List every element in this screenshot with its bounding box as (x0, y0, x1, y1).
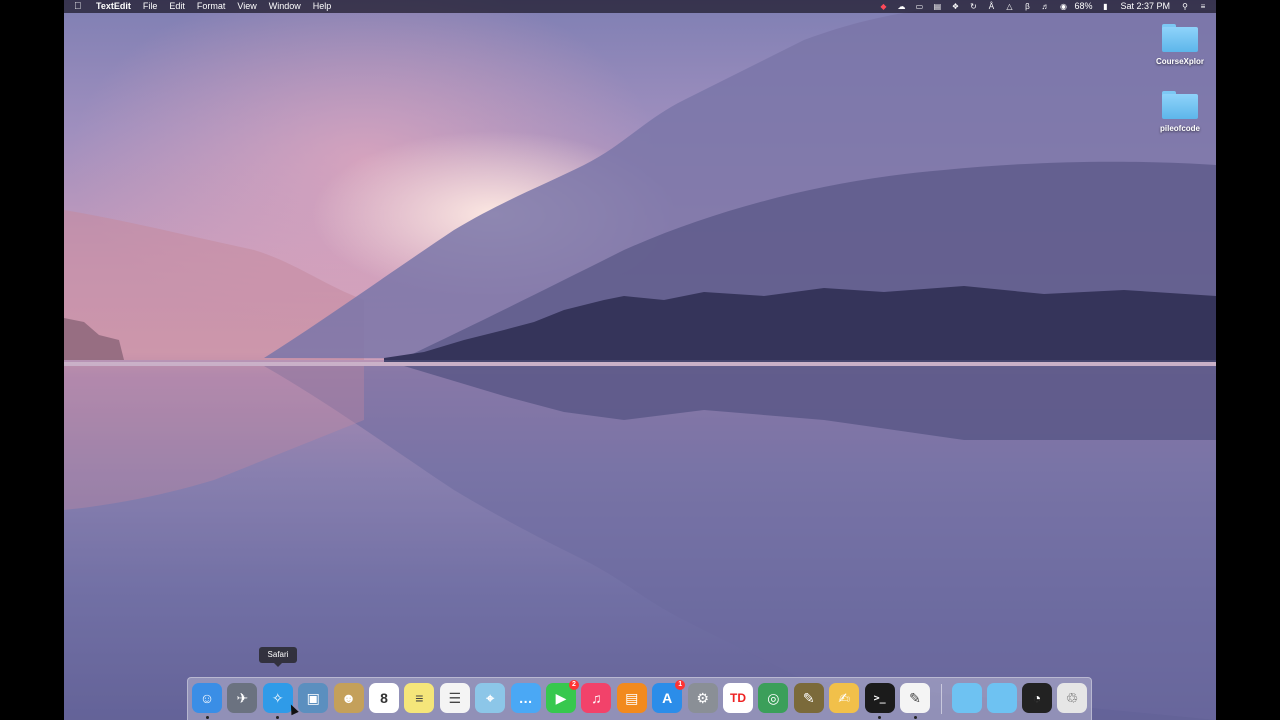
td-icon: TD (730, 691, 746, 705)
status-area: ◆ ☁ ▭ ▤ ❖ ↻ Å △ β ♬ ◉ 68% ▮ Sat 2:37 PM … (870, 0, 1216, 13)
battery-icon[interactable]: ▮ (1100, 2, 1110, 11)
airplay-icon[interactable]: △ (1004, 2, 1014, 11)
music-icon: ♫ (591, 690, 602, 706)
dock-item-pages[interactable]: ✍ (829, 683, 860, 713)
dock-separator (941, 684, 942, 714)
dock-item-finder[interactable]: ☺ (192, 683, 222, 713)
sync-icon[interactable]: ↻ (968, 2, 978, 11)
menu-file[interactable]: File (143, 0, 158, 13)
finder-icon: ☺ (199, 690, 215, 706)
facetime-icon: ▶ (555, 689, 567, 706)
pages-icon: ✍ (838, 689, 851, 706)
textedit-icon: ✎ (909, 689, 921, 706)
menu-clock[interactable]: Sat 2:37 PM (1120, 0, 1170, 13)
dock-item-system-preferences[interactable]: ⚙ (687, 683, 718, 713)
menu-bar:  TextEdit File Edit Format View Window … (64, 0, 1216, 13)
display-icon[interactable]: ▭ (914, 2, 924, 11)
menu-app-name[interactable]: TextEdit (96, 0, 131, 13)
messages-icon: … (518, 690, 533, 706)
menu-window[interactable]: Window (269, 0, 301, 13)
desktop-wallpaper (64, 0, 1216, 720)
dock-item-contacts[interactable]: ☻ (333, 683, 364, 713)
tray-icon[interactable]: ▤ (932, 2, 942, 11)
menu-view[interactable]: View (237, 0, 256, 13)
wifi-icon[interactable]: ◉ (1058, 2, 1068, 11)
contacts-icon: ☻ (341, 690, 356, 706)
dock: ☺ ✈ ✧ ▣ ☻ 8 ≡ ☰ ⌖ … ▶ 2 ♫ ▤ A 1 ⚙ TD ◎ ✎ ✍ >_ ✎ ◔ ♲ (187, 677, 1092, 720)
menu-format[interactable]: Format (197, 0, 226, 13)
battery-percentage[interactable]: 68% (1074, 0, 1092, 13)
photo-icon: ▣ (306, 689, 320, 706)
dock-item-messages[interactable]: … (510, 683, 541, 713)
dock-item-applications[interactable] (952, 683, 982, 713)
rocket-icon: ✈ (236, 689, 249, 706)
book-icon: ▤ (625, 689, 639, 706)
dock-item-terminal[interactable]: >_ (864, 683, 895, 713)
dock-item-launchpad[interactable]: ✈ (227, 683, 258, 713)
reminders-icon: ☰ (448, 689, 462, 706)
dock-item-reminders[interactable]: ☰ (439, 683, 470, 713)
trash-icon: ♲ (1065, 689, 1079, 706)
folder-icon (1162, 91, 1198, 119)
dropbox-icon[interactable]: ❖ (950, 2, 960, 11)
dock-item-feather[interactable]: ✎ (793, 683, 824, 713)
spotlight-search-icon[interactable]: ⚲ (1180, 2, 1190, 11)
running-indicator (276, 716, 280, 719)
dock-item-notes[interactable]: ≡ (404, 683, 435, 713)
compass-icon: ✧ (271, 689, 284, 706)
dock-item-globe[interactable]: ◎ (758, 683, 789, 713)
folder-icon (1162, 24, 1198, 52)
dock-tooltip: Safari (259, 647, 297, 667)
app-indicator-icon[interactable]: ◆ (878, 2, 888, 11)
appstore-icon: A (662, 690, 673, 706)
desktop-folder-label: pileofcode (1159, 124, 1200, 133)
terminal-icon: >_ (873, 692, 886, 704)
calendar-icon: 8 (380, 690, 388, 706)
menu-edit[interactable]: Edit (169, 0, 185, 13)
globe-icon: ◎ (767, 689, 780, 706)
wifi-icon: ◔ (1032, 690, 1042, 706)
gear-icon: ⚙ (696, 689, 709, 706)
dock-item-ibooks[interactable]: ▤ (616, 683, 647, 713)
bluetooth-b-icon[interactable]: β (1022, 2, 1032, 11)
running-indicator (878, 716, 882, 719)
dock-item-airdrop[interactable]: ◔ (1022, 683, 1052, 713)
bluetooth-icon[interactable]: Å (986, 2, 996, 11)
notes-icon: ≡ (415, 690, 424, 706)
dock-item-calendar[interactable]: 8 (369, 683, 399, 713)
dock-item-textedit[interactable]: ✎ (900, 683, 930, 713)
dock-item-facetime[interactable]: ▶ 2 (546, 680, 579, 713)
dock-item-preview[interactable]: ▣ (298, 683, 329, 713)
notification-center-icon[interactable]: ≡ (1198, 2, 1208, 11)
notification-badge: 2 (569, 680, 579, 690)
volume-icon[interactable]: ♬ (1040, 2, 1050, 11)
dock-item-maps[interactable]: ⌖ (475, 683, 506, 713)
notification-badge: 1 (675, 680, 686, 690)
cloud-icon[interactable]: ☁ (896, 2, 906, 11)
apple-menu-icon[interactable]:  (74, 0, 88, 13)
running-indicator (913, 716, 917, 719)
desktop-folder-label: CourseXplor (1155, 57, 1204, 66)
dock-item-trash[interactable]: ♲ (1057, 683, 1087, 713)
desktop-folder[interactable]: pileofcode (1148, 91, 1212, 133)
feather-icon: ✎ (802, 689, 815, 706)
menu-help[interactable]: Help (313, 0, 332, 13)
dock-item-itunes[interactable]: ♫ (581, 683, 612, 713)
maps-icon: ⌖ (486, 689, 495, 706)
running-indicator (205, 716, 209, 719)
dock-item-tiny-dock[interactable]: TD (723, 683, 753, 713)
desktop-folder[interactable]: CourseXplor (1148, 24, 1212, 66)
dock-item-app-store[interactable]: A1 (652, 680, 686, 713)
mountain-lake-scene (64, 10, 1216, 720)
dock-item-documents[interactable] (987, 683, 1017, 713)
